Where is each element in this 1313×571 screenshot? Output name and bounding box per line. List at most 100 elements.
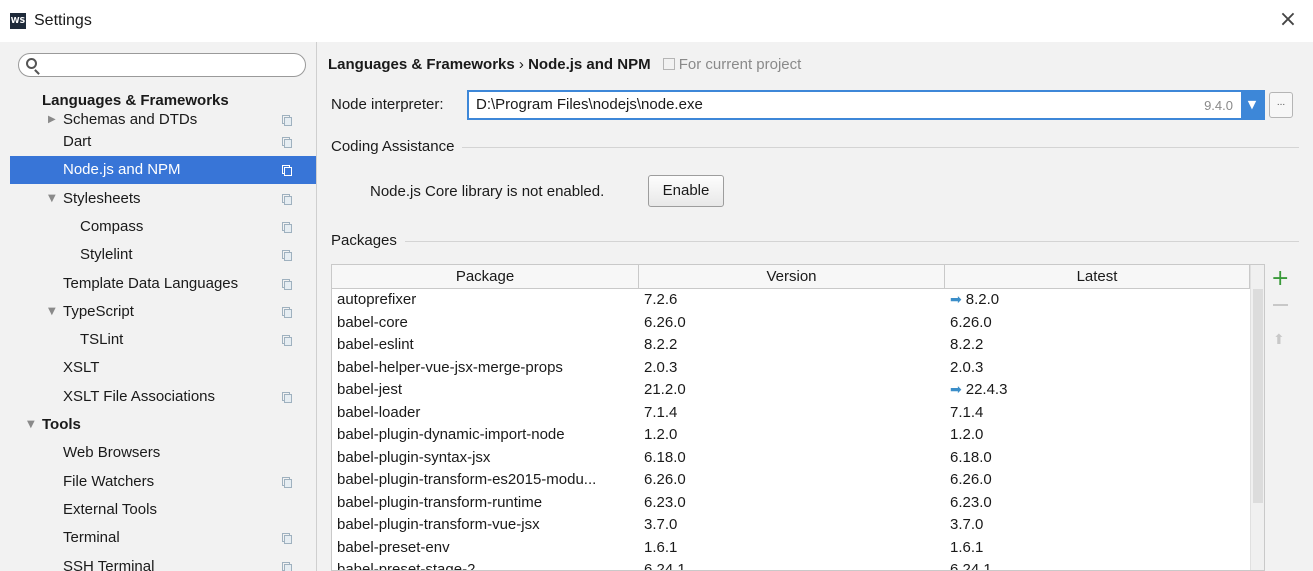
table-row[interactable]: babel-plugin-transform-runtime 6.23.0 6.23…	[332, 492, 1250, 515]
package-version-cell: 1.6.1	[644, 538, 678, 556]
latest-version-text: 1.2.0	[950, 426, 984, 443]
window-title: Settings	[34, 12, 92, 29]
sidebar-item-template-data-languages[interactable]: Template Data Languages	[10, 270, 316, 298]
package-name-cell: babel-preset-stage-2	[337, 561, 476, 571]
core-library-message: Node.js Core library is not enabled.	[370, 183, 605, 200]
project-scope-copy-icon	[282, 194, 292, 205]
project-scope-copy-icon	[282, 279, 292, 290]
sidebar-item-typescript[interactable]: ▼ TypeScript	[10, 298, 316, 326]
package-latest-cell: 1.2.0	[950, 424, 1245, 446]
sidebar-item-label: Terminal	[63, 529, 120, 546]
sidebar-item-terminal[interactable]: Terminal	[10, 524, 316, 552]
package-version-cell: 6.26.0	[644, 471, 686, 488]
sidebar-item-ssh-terminal[interactable]: SSH Terminal	[10, 553, 316, 571]
table-row[interactable]: babel-core 6.26.0 6.26.0	[332, 312, 1250, 335]
sidebar-item-file-watchers[interactable]: File Watchers	[10, 468, 316, 496]
settings-sidebar: Languages & Frameworks ▶ Schemas and DTDs…	[10, 42, 317, 571]
table-row[interactable]: babel-jest 21.2.0 ➡ 22.4.3	[332, 379, 1250, 402]
packages-table[interactable]: Package Version Latest autoprefixer 7.2.6…	[331, 264, 1265, 571]
package-latest-cell: 6.24.1	[950, 559, 1245, 571]
table-row[interactable]: babel-plugin-transform-es2015-modu... 6.2…	[332, 469, 1250, 492]
column-header-latest[interactable]: Latest	[945, 265, 1250, 288]
project-scope-copy-icon	[282, 533, 292, 544]
column-header-package[interactable]: Package	[332, 265, 639, 288]
package-latest-cell: ➡ 22.4.3	[950, 379, 1245, 401]
sidebar-item-dart[interactable]: Dart	[10, 128, 316, 156]
package-version-cell: 8.2.2	[644, 336, 678, 353]
table-row[interactable]: babel-preset-env 1.6.1 1.6.1	[332, 537, 1250, 560]
package-latest-cell: 1.6.1	[950, 537, 1245, 559]
package-version-cell: 6.26.0	[644, 313, 686, 331]
package-version-cell: 1.2.0	[644, 426, 678, 443]
sidebar-item-stylelint[interactable]: Stylelint	[10, 241, 316, 269]
table-row[interactable]: babel-eslint 8.2.2 8.2.2	[332, 334, 1250, 357]
latest-version-text: 2.0.3	[950, 358, 984, 376]
sidebar-item-label: File Watchers	[63, 473, 155, 490]
latest-version-text: 6.26.0	[950, 471, 992, 488]
package-name-cell: autoprefixer	[337, 291, 417, 308]
project-scope-copy-icon	[282, 307, 292, 318]
table-row[interactable]: babel-plugin-syntax-jsx 6.18.0 6.18.0	[332, 447, 1250, 470]
project-scope-copy-icon	[282, 137, 292, 148]
sidebar-item-label: TypeScript	[63, 303, 134, 320]
package-name-cell: babel-plugin-transform-es2015-modu...	[337, 471, 597, 488]
table-row[interactable]: babel-plugin-transform-vue-jsx 3.7.0 3.7.0	[332, 514, 1250, 537]
search-icon	[26, 58, 37, 69]
packages-separator	[331, 241, 1299, 242]
sidebar-item-web-browsers[interactable]: Web Browsers	[10, 439, 316, 467]
sidebar-item-tools[interactable]: ▼ Tools	[10, 411, 316, 439]
table-row[interactable]: babel-helper-vue-jsx-merge-props 2.0.3 2.0…	[332, 357, 1250, 380]
sidebar-item-node-js-and-npm[interactable]: Node.js and NPM	[10, 156, 316, 184]
title-bar: WS Settings ×	[0, 0, 1313, 42]
project-scope-copy-icon	[282, 250, 292, 261]
sidebar-item-label: XSLT File Associations	[63, 388, 216, 405]
latest-version-text: 7.1.4	[950, 403, 984, 421]
breadcrumb-parent: Languages & Frameworks	[328, 56, 515, 73]
tree-expanded-arrow-icon[interactable]: ▼	[48, 298, 56, 326]
tree-expanded-arrow-icon[interactable]: ▼	[48, 185, 56, 213]
browse-interpreter-button[interactable]: ...	[1269, 92, 1293, 118]
table-row[interactable]: babel-preset-stage-2 6.24.1 6.24.1	[332, 559, 1250, 571]
chevron-down-icon[interactable]: ▼	[1241, 92, 1263, 118]
breadcrumb-scope: For current project	[678, 56, 802, 73]
package-version-cell: 2.0.3	[644, 358, 678, 376]
table-row[interactable]: babel-plugin-dynamic-import-node 1.2.0 1.2…	[332, 424, 1250, 447]
remove-package-icon[interactable]	[1273, 304, 1288, 306]
package-name-cell: babel-jest	[337, 381, 403, 398]
upgrade-package-icon[interactable]: ⬆	[1273, 332, 1285, 348]
settings-main-panel: Languages & Frameworks › Node.js and NPM…	[317, 42, 1313, 571]
breadcrumb-current: Node.js and NPM	[528, 56, 651, 73]
table-row[interactable]: autoprefixer 7.2.6 ➡ 8.2.0	[332, 289, 1250, 312]
tree-expanded-arrow-icon[interactable]: ▼	[27, 411, 35, 439]
table-row[interactable]: babel-loader 7.1.4 7.1.4	[332, 402, 1250, 425]
sidebar-item-label: Template Data Languages	[63, 275, 239, 292]
upgrade-available-arrow-icon: ➡	[950, 292, 962, 308]
breadcrumb: Languages & Frameworks › Node.js and NPM…	[328, 56, 801, 73]
project-scope-copy-icon	[282, 222, 292, 233]
package-name-cell: babel-plugin-dynamic-import-node	[337, 426, 565, 443]
package-latest-cell: 6.26.0	[950, 312, 1245, 334]
sidebar-item-external-tools[interactable]: External Tools	[10, 496, 316, 524]
packages-scrollbar[interactable]	[1250, 265, 1264, 570]
sidebar-item-xslt-file-associations[interactable]: XSLT File Associations	[10, 383, 316, 411]
sidebar-item-compass[interactable]: Compass	[10, 213, 316, 241]
latest-version-text: 6.24.1	[950, 561, 992, 571]
close-icon[interactable]: ×	[1276, 8, 1300, 32]
package-name-cell: babel-plugin-transform-runtime	[337, 493, 543, 511]
sidebar-item-label: External Tools	[63, 501, 157, 518]
scrollbar-thumb[interactable]	[1253, 289, 1263, 503]
package-name-cell: babel-eslint	[337, 336, 414, 353]
sidebar-item-tslint[interactable]: TSLint	[10, 326, 316, 354]
enable-core-library-button[interactable]: Enable	[648, 175, 724, 207]
package-latest-cell: 6.23.0	[950, 492, 1245, 514]
project-scope-copy-icon	[282, 335, 292, 346]
coding-assistance-separator	[331, 147, 1299, 148]
coding-assistance-title: Coding Assistance	[331, 138, 463, 155]
settings-search-input[interactable]	[18, 53, 306, 77]
node-interpreter-combobox[interactable]: D:\Program Files\nodejs\node.exe 9.4.0 ▼	[467, 90, 1265, 120]
add-package-icon[interactable]: +	[1271, 268, 1289, 290]
latest-version-text: 8.2.0	[965, 291, 1000, 308]
sidebar-item-stylesheets[interactable]: ▼ Stylesheets	[10, 185, 316, 213]
column-header-version[interactable]: Version	[639, 265, 945, 288]
sidebar-item-xslt[interactable]: XSLT	[10, 354, 316, 382]
